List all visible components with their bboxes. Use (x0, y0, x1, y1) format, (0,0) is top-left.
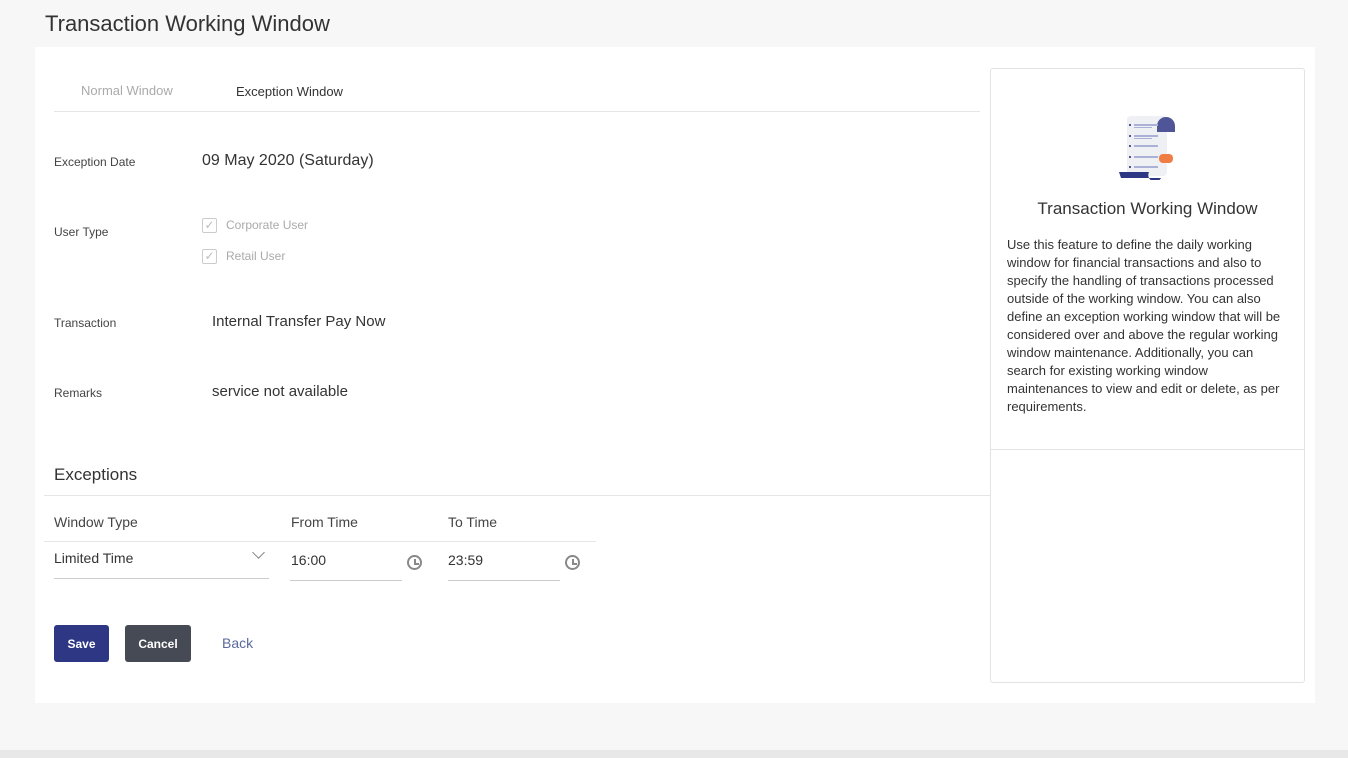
col-from-time: From Time (291, 514, 358, 530)
checkbox-corporate-user[interactable]: ✓ Corporate User (202, 218, 308, 233)
clock-icon[interactable] (565, 555, 580, 570)
check-icon: ✓ (202, 218, 217, 233)
exceptions-heading: Exceptions (54, 465, 137, 485)
checkbox-retail-user[interactable]: ✓ Retail User (202, 249, 285, 264)
transaction-value: Internal Transfer Pay Now (212, 313, 385, 330)
window-type-select[interactable]: Limited Time (54, 550, 269, 579)
page-title: Transaction Working Window (45, 11, 330, 37)
clock-icon[interactable] (407, 555, 422, 570)
to-time-value: 23:59 (448, 552, 483, 568)
to-time-input[interactable]: 23:59 (448, 552, 560, 581)
exceptions-divider (44, 495, 990, 496)
cancel-button[interactable]: Cancel (125, 625, 191, 662)
help-title: Transaction Working Window (991, 199, 1304, 219)
retail-user-label: Retail User (226, 249, 285, 263)
col-to-time: To Time (448, 514, 497, 530)
footer-bar (0, 750, 1348, 758)
help-panel: Transaction Working Window Use this feat… (990, 68, 1305, 683)
tab-divider (54, 111, 980, 112)
tab-exception-window[interactable]: Exception Window (236, 84, 343, 99)
exception-date-value: 09 May 2020 (Saturday) (202, 152, 374, 170)
back-link[interactable]: Back (222, 635, 253, 651)
remarks-value: service not available (212, 383, 348, 400)
document-scroll-icon (1119, 114, 1177, 180)
remarks-label: Remarks (54, 386, 102, 400)
col-window-type: Window Type (54, 514, 138, 530)
from-time-value: 16:00 (291, 552, 326, 568)
check-icon: ✓ (202, 249, 217, 264)
transaction-label: Transaction (54, 316, 116, 330)
save-button[interactable]: Save (54, 625, 109, 662)
window-type-value: Limited Time (54, 550, 133, 566)
from-time-input[interactable]: 16:00 (290, 552, 402, 581)
tab-normal-window[interactable]: Normal Window (81, 83, 173, 98)
user-type-label: User Type (54, 225, 108, 239)
header-row-divider (44, 541, 596, 542)
corporate-user-label: Corporate User (226, 218, 308, 232)
help-text: Use this feature to define the daily wor… (1007, 236, 1291, 416)
exception-date-label: Exception Date (54, 155, 135, 169)
